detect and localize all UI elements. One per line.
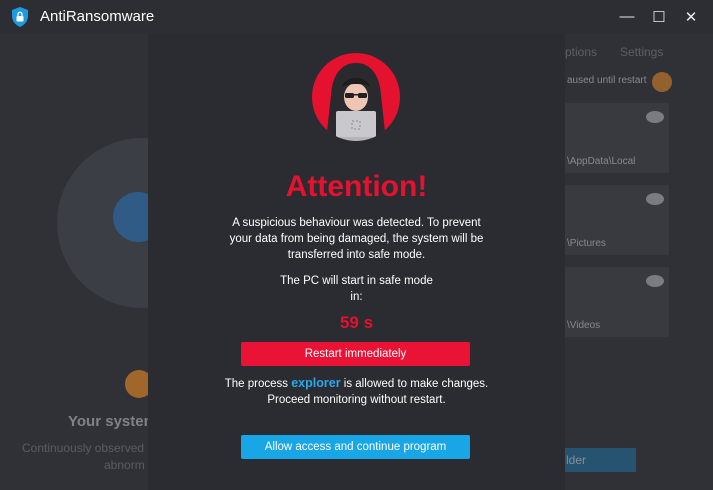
safe-mode-line-1: The PC will start in safe mode <box>280 275 433 287</box>
alert-title: Attention! <box>285 170 428 203</box>
countdown-timer: 59 s <box>339 313 374 332</box>
alert-message: A suspicious behaviour was detected. To … <box>229 217 484 261</box>
folder-path: \AppData\Local <box>567 156 636 167</box>
window-controls: — ☐ ✕ <box>611 0 707 33</box>
restart-immediately-button[interactable]: Restart immediately <box>241 342 470 366</box>
safe-mode-line-2: in: <box>350 291 363 303</box>
folder-path: \Videos <box>567 320 601 331</box>
tab-options[interactable]: ptions <box>565 45 597 59</box>
allow-access-button[interactable]: Allow access and continue program <box>241 435 470 459</box>
process-suffix: is allowed to make changes. <box>340 378 489 390</box>
pause-icon[interactable] <box>652 72 672 92</box>
ransomware-alert-dialog: Attention! A suspicious behaviour was de… <box>148 33 565 490</box>
safe-mode-notice: The PC will start in safe mode in: <box>148 273 565 305</box>
process-prefix: The process <box>224 378 292 390</box>
add-folder-button[interactable]: lder <box>561 448 636 472</box>
paused-status-text: aused until restart <box>567 75 647 86</box>
minimize-button[interactable]: — <box>611 0 643 33</box>
app-window: AntiRansomware — ☐ ✕ Your system Continu… <box>0 0 713 490</box>
folder-path: \Pictures <box>567 238 606 249</box>
process-notice: The process explorer is allowed to make … <box>148 375 565 408</box>
eye-icon[interactable] <box>646 275 664 287</box>
hooded-hacker-laptop-icon <box>312 53 400 141</box>
shield-lock-icon <box>12 6 28 27</box>
maximize-button[interactable]: ☐ <box>643 0 675 33</box>
close-button[interactable]: ✕ <box>675 0 707 33</box>
app-title: AntiRansomware <box>40 8 155 25</box>
process-line-1: The process explorer is allowed to make … <box>148 375 565 392</box>
tab-settings[interactable]: Settings <box>620 45 663 59</box>
system-status-title: Your system <box>68 413 157 430</box>
title-bar: AntiRansomware — ☐ ✕ <box>0 0 713 33</box>
eye-icon[interactable] <box>646 111 664 123</box>
system-status-desc-2: abnorm <box>104 458 145 472</box>
eye-icon[interactable] <box>646 193 664 205</box>
system-status-desc-1: Continuously observed a <box>22 441 155 455</box>
process-name: explorer <box>291 376 341 390</box>
process-line-2: Proceed monitoring without restart. <box>267 394 446 406</box>
